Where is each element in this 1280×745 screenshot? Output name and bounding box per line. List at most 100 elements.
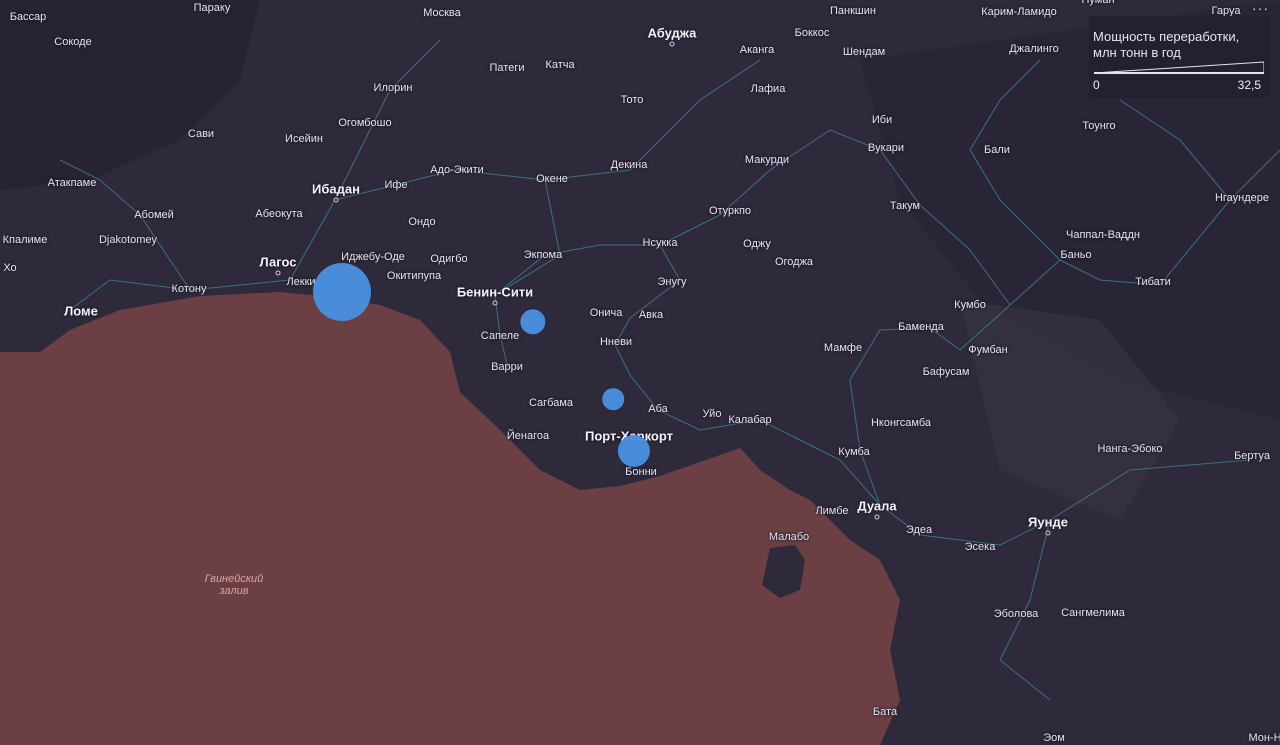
city-label: Фумбан [968,344,1008,356]
refinery-bubble[interactable] [313,263,371,321]
city-label: Карим-Ламидо [981,6,1057,18]
city-label: Энугу [657,276,687,288]
city-dot [1045,530,1051,536]
city-label: Сагбама [528,397,574,409]
city-label: Параку [193,2,231,14]
city-label: Илорин [373,82,413,94]
city-label: Экпома [523,249,563,261]
city-dot [669,41,675,47]
city-label: Нанга-Эбоко [1097,443,1163,455]
city-label: Эсека [964,541,996,553]
city-label: Бали [984,144,1010,156]
city-label: Патеги [489,62,525,74]
city-label: Шендам [842,46,886,58]
city-label: Хо [3,262,17,274]
city-label: Абеокута [255,208,303,220]
city-label: Боккос [794,27,830,39]
city-label: Дуала [857,498,897,514]
legend-max-label: 32,5 [1237,78,1261,92]
city-label: Ибадан [312,181,360,197]
city-label: Окене [536,173,568,185]
city-label: Иби [871,114,893,126]
city-label: Бенин-Сити [456,284,534,300]
city-label: Ифе [384,179,408,191]
city-label: Нуман [1081,0,1115,6]
city-label: Декина [610,159,648,171]
city-label: Атакпаме [47,177,97,189]
city-label: Такум [889,200,921,212]
gulf-of-guinea-label: Гвинейский залив [204,573,264,597]
city-label: Яунде [1028,514,1068,530]
city-label: Кумбо [954,299,986,311]
city-label: Онича [589,307,623,319]
city-label: Ондо [408,216,436,228]
city-dot [275,270,281,276]
legend: Мощность переработки, млн тонн в год 0 3… [1089,16,1270,98]
city-label: Исейин [285,133,323,145]
city-label: Йенагоа [506,430,550,442]
city-label: Кумба [838,446,870,458]
city-label: Бертуа [1234,450,1270,462]
city-label: Тоунго [1082,120,1116,132]
city-label: Чаппал-Ваддн [1066,229,1140,241]
city-label: Окитипупа [386,270,442,282]
city-label: Котону [171,283,207,295]
city-label: Бассар [9,11,47,23]
city-label: Бата [872,706,898,718]
city-label: Сангмелима [1061,607,1125,619]
city-label: Адо-Экити [430,164,484,176]
city-label: Ломе [64,303,98,319]
city-label: Авка [638,309,664,321]
city-label: Лимбе [815,505,849,517]
city-label: Кпалиме [2,234,48,246]
city-dot [874,514,880,520]
city-label: Вукари [867,142,905,154]
city-label: Аба [648,403,668,415]
legend-size-wedge [1094,61,1264,74]
city-label: Мамфе [823,342,863,354]
city-label: Уйо [702,408,722,420]
city-label: Нсукка [642,237,678,249]
city-label: Иджебу-Оде [341,251,405,263]
city-dot [333,197,339,203]
more-menu-icon[interactable]: ··· [1252,0,1269,16]
city-label: Эболова [993,608,1039,620]
refinery-bubble[interactable] [602,388,624,410]
city-label: Москва [423,7,461,19]
city-label: Калабар [728,414,772,426]
legend-min-label: 0 [1093,78,1100,92]
city-label: Тото [620,94,644,106]
city-label: Лафиа [750,83,786,95]
city-label: Djakotomey [98,234,158,246]
city-label: Джалинго [1009,43,1059,55]
city-label: Мон-Н [1248,732,1280,744]
city-label: Аканга [739,44,775,56]
city-label: Сапеле [480,330,520,342]
city-label: Панкшин [830,5,876,17]
city-label: Бонни [625,466,657,478]
city-label: Варри [491,361,523,373]
city-label: Оджу [743,238,771,250]
city-label: Катча [545,59,575,71]
city-label: Сави [187,128,215,140]
city-label: Огоджа [774,256,814,268]
city-label: Лагос [259,254,297,270]
city-label: Макурди [744,154,790,166]
city-label: Баменда [898,321,944,333]
city-label: Тибати [1135,276,1171,288]
city-label: Эдеа [905,524,933,536]
city-label: Абомей [134,209,174,221]
city-label: Лекки [286,276,316,288]
map-view[interactable]: Бассар Параку Москва Абуджа Панкшин Карим-Лам… [0,0,1280,745]
city-label: Малабо [768,531,810,543]
city-label: Огомбошо [338,117,392,129]
city-label: Нконгсамба [870,417,932,429]
city-label: Абуджа [647,25,697,41]
city-label: Одигбо [430,253,468,265]
city-label: Бафусам [922,366,970,378]
map-base [0,0,1280,745]
city-label: Нгаундере [1214,192,1270,204]
city-label: Баньо [1060,249,1092,261]
city-label: Эом [1043,732,1065,744]
city-label: Отуркпо [708,205,752,217]
